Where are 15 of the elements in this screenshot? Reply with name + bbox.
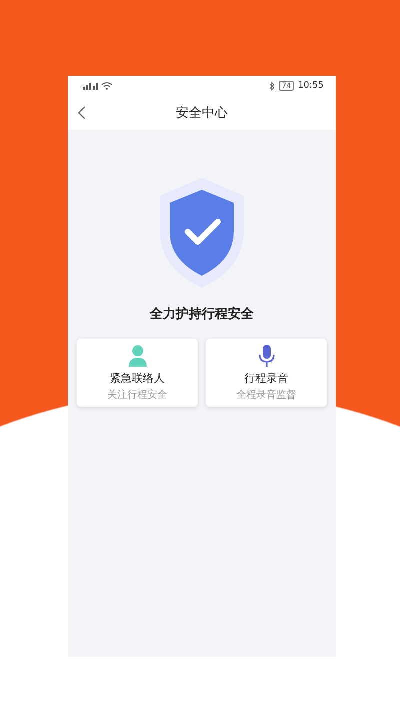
clock-time: 10:55 xyxy=(298,81,324,91)
card-title: 行程录音 xyxy=(244,370,288,386)
microphone-icon xyxy=(258,344,274,366)
card-subtitle: 关注行程安全 xyxy=(108,388,168,402)
card-title: 紧急联络人 xyxy=(110,370,165,386)
back-icon[interactable] xyxy=(78,106,86,120)
page-title: 安全中心 xyxy=(176,105,228,122)
wifi-icon xyxy=(102,82,112,90)
bluetooth-icon xyxy=(269,82,276,90)
signal-icon xyxy=(82,82,98,90)
feature-card[interactable]: 行程录音 全程录音监督 xyxy=(206,339,327,407)
feature-card[interactable]: 紧急联络人 关注行程安全 xyxy=(77,339,198,407)
card-subtitle: 全程录音监督 xyxy=(236,388,296,402)
slogan-text: 全力护持行程安全 xyxy=(150,306,254,323)
person-icon xyxy=(128,344,146,366)
